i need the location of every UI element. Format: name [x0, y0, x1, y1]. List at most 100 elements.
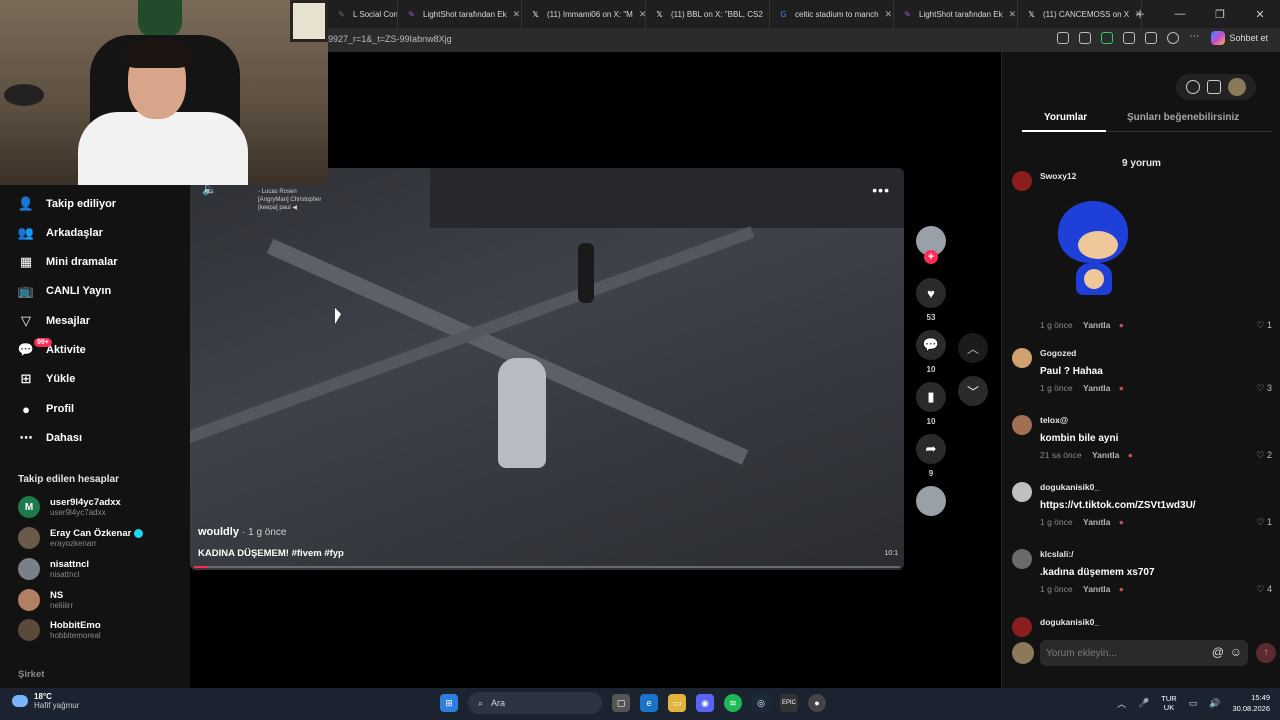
- mention-icon[interactable]: @: [1212, 645, 1224, 659]
- commenter-avatar[interactable]: [1012, 348, 1032, 368]
- compass-icon[interactable]: [1185, 80, 1200, 94]
- profile-icon[interactable]: [1167, 32, 1180, 44]
- star-icon[interactable]: [1079, 32, 1092, 44]
- language-indicator[interactable]: TUR UK: [1161, 694, 1176, 712]
- maximize-button[interactable]: ❐: [1200, 8, 1240, 21]
- share-icon[interactable]: ➦: [916, 434, 946, 464]
- next-video-button[interactable]: ﹀: [958, 376, 988, 406]
- followed-account[interactable]: M user9l4yc7adxx user9l4yc7adxx: [18, 496, 121, 518]
- bookmark-icon[interactable]: ▮: [916, 382, 946, 412]
- commenter-name[interactable]: Gogozed: [1040, 348, 1076, 358]
- browser-tab[interactable]: ✎ L Social Comm ✕: [328, 0, 398, 28]
- close-tab-icon[interactable]: ✕: [1009, 9, 1017, 20]
- reply-button[interactable]: Yanıtla: [1083, 517, 1110, 527]
- sidebar-item[interactable]: ▽ Mesajlar: [18, 313, 90, 329]
- followed-account[interactable]: Eray Can Özkenar erayozkenarr: [18, 527, 144, 549]
- author-name[interactable]: wouldly: [198, 526, 239, 538]
- steam-icon[interactable]: ◎: [752, 694, 770, 712]
- speaker-icon[interactable]: 🔊: [1209, 698, 1220, 709]
- send-icon[interactable]: ↑: [1256, 643, 1276, 663]
- commenter-avatar[interactable]: [1012, 415, 1032, 435]
- taskbar-search[interactable]: ⌕ Ara: [468, 692, 602, 714]
- video-more-icon[interactable]: •••: [872, 182, 890, 198]
- commenter-avatar[interactable]: [1012, 549, 1032, 569]
- comment-like[interactable]: ♡ 3: [1256, 383, 1272, 394]
- video-author[interactable]: wouldly · 1 g önce: [198, 526, 287, 538]
- clock[interactable]: 15:49 30.08.2026: [1232, 692, 1270, 714]
- more-icon[interactable]: ⋯: [1189, 32, 1201, 44]
- comment-icon[interactable]: 💬: [916, 330, 946, 360]
- tab-you-may-like[interactable]: Şunları beğenebilirsiniz: [1127, 112, 1239, 123]
- task-view-icon[interactable]: ▢: [612, 694, 630, 712]
- weather-widget[interactable]: 18°C Hafif yağmur: [12, 692, 79, 710]
- spotify-icon[interactable]: ≋: [724, 694, 742, 712]
- network-icon[interactable]: ▭: [1189, 698, 1198, 709]
- followed-account[interactable]: HobbitEmo hobbitemoreal: [18, 619, 101, 641]
- commenter-avatar[interactable]: [1012, 617, 1032, 637]
- comment-like[interactable]: ♡ 1: [1256, 517, 1272, 528]
- comment-like[interactable]: ♡ 1: [1256, 320, 1272, 331]
- sidebar-item[interactable]: ● Profil: [18, 401, 74, 417]
- commenter-avatar[interactable]: [1012, 482, 1032, 502]
- tray-chevron-icon[interactable]: ︿: [1117, 697, 1126, 710]
- reply-button[interactable]: Yanıtla: [1092, 450, 1119, 460]
- sidebar-item[interactable]: 👥 Arkadaşlar: [18, 225, 103, 241]
- url-field[interactable]: 9927_r=1&_t=ZS-99Iabnw8Xjg: [328, 34, 452, 44]
- sidebar-item[interactable]: 💬 99+ Aktivite: [18, 338, 86, 358]
- close-window-button[interactable]: ✕: [1240, 8, 1280, 21]
- favorites-icon[interactable]: [1145, 32, 1158, 44]
- video-progress-bar[interactable]: [194, 566, 900, 568]
- sidebar-item[interactable]: ⊞ Yükle: [18, 371, 76, 387]
- comment-like[interactable]: ♡ 2: [1256, 450, 1272, 461]
- commenter-name[interactable]: Swoxy12: [1040, 171, 1076, 181]
- sidebar-item[interactable]: 📺 CANLI Yayın: [18, 283, 111, 299]
- follow-plus-icon[interactable]: +: [924, 250, 938, 264]
- reply-button[interactable]: Yanıtla: [1083, 383, 1110, 393]
- video-player[interactable]: 53.00 - Lucas Rosen [AngryMan] Christoph…: [190, 168, 904, 570]
- sidebar-item[interactable]: ▦ Mini dramalar: [18, 254, 118, 270]
- sidebar-item[interactable]: ⋯ Dahası: [18, 430, 83, 446]
- commenter-name[interactable]: telox@: [1040, 415, 1068, 425]
- epic-games-icon[interactable]: EPIC: [780, 694, 798, 712]
- reply-button[interactable]: Yanıtla: [1083, 584, 1110, 594]
- close-tab-icon[interactable]: ✕: [513, 9, 521, 20]
- minimize-button[interactable]: —: [1160, 8, 1200, 20]
- sound-disc-icon[interactable]: [916, 486, 946, 516]
- phone-icon[interactable]: [1206, 80, 1221, 94]
- close-tab-icon[interactable]: ✕: [639, 9, 645, 20]
- new-tab-button[interactable]: ＋: [1120, 6, 1160, 22]
- user-avatar[interactable]: [1228, 78, 1247, 96]
- extension-icon[interactable]: [1101, 32, 1114, 44]
- like-icon[interactable]: ♥: [916, 278, 946, 308]
- commenter-avatar[interactable]: [1012, 171, 1032, 191]
- commenter-name[interactable]: klcslali:/: [1040, 549, 1074, 559]
- close-tab-icon[interactable]: ✕: [885, 9, 893, 20]
- sidebar-item[interactable]: 👤 Takip ediliyor: [18, 196, 116, 212]
- followed-account[interactable]: NS neliiiirr: [18, 589, 73, 611]
- commenter-name[interactable]: dogukanisik0_: [1040, 482, 1099, 492]
- mic-icon[interactable]: 🎤: [1138, 698, 1149, 709]
- reply-button[interactable]: Yanıtla: [1083, 320, 1110, 330]
- copilot-button[interactable]: Sohbet et: [1211, 31, 1268, 45]
- previous-video-button[interactable]: ︿: [958, 333, 988, 363]
- tab-comments[interactable]: Yorumlar: [1044, 112, 1087, 123]
- followed-account[interactable]: nisattncl nisattncl: [18, 558, 89, 580]
- edge-icon[interactable]: e: [640, 694, 658, 712]
- obs-icon[interactable]: ●: [808, 694, 826, 712]
- file-explorer-icon[interactable]: ▭: [668, 694, 686, 712]
- browser-tab[interactable]: 𝕏 (11) BBL on X: "BBL, CS2 ✕: [646, 0, 770, 28]
- comment-input[interactable]: [1046, 645, 1196, 661]
- comment-like[interactable]: ♡ 4: [1256, 584, 1272, 595]
- browser-tab[interactable]: ✎ LightShot tarafından Ek ✕: [398, 0, 522, 28]
- commenter-name[interactable]: dogukanisik0_: [1040, 617, 1099, 627]
- puzzle-icon[interactable]: [1123, 32, 1136, 44]
- browser-tab[interactable]: ✎ LightShot tarafından Ek ✕: [894, 0, 1018, 28]
- discord-icon[interactable]: ◉: [696, 694, 714, 712]
- translate-icon[interactable]: [1057, 32, 1070, 44]
- company-link[interactable]: Şirket: [18, 669, 44, 680]
- emoji-icon[interactable]: ☺: [1230, 645, 1242, 659]
- sidebar-item-label: Takip ediliyor: [46, 198, 117, 210]
- browser-tab[interactable]: 𝕏 (11) Immami06 on X: "M ✕: [522, 0, 646, 28]
- windows-start-icon[interactable]: ⊞: [440, 694, 458, 712]
- browser-tab[interactable]: G celtic stadium to manch ✕: [770, 0, 894, 28]
